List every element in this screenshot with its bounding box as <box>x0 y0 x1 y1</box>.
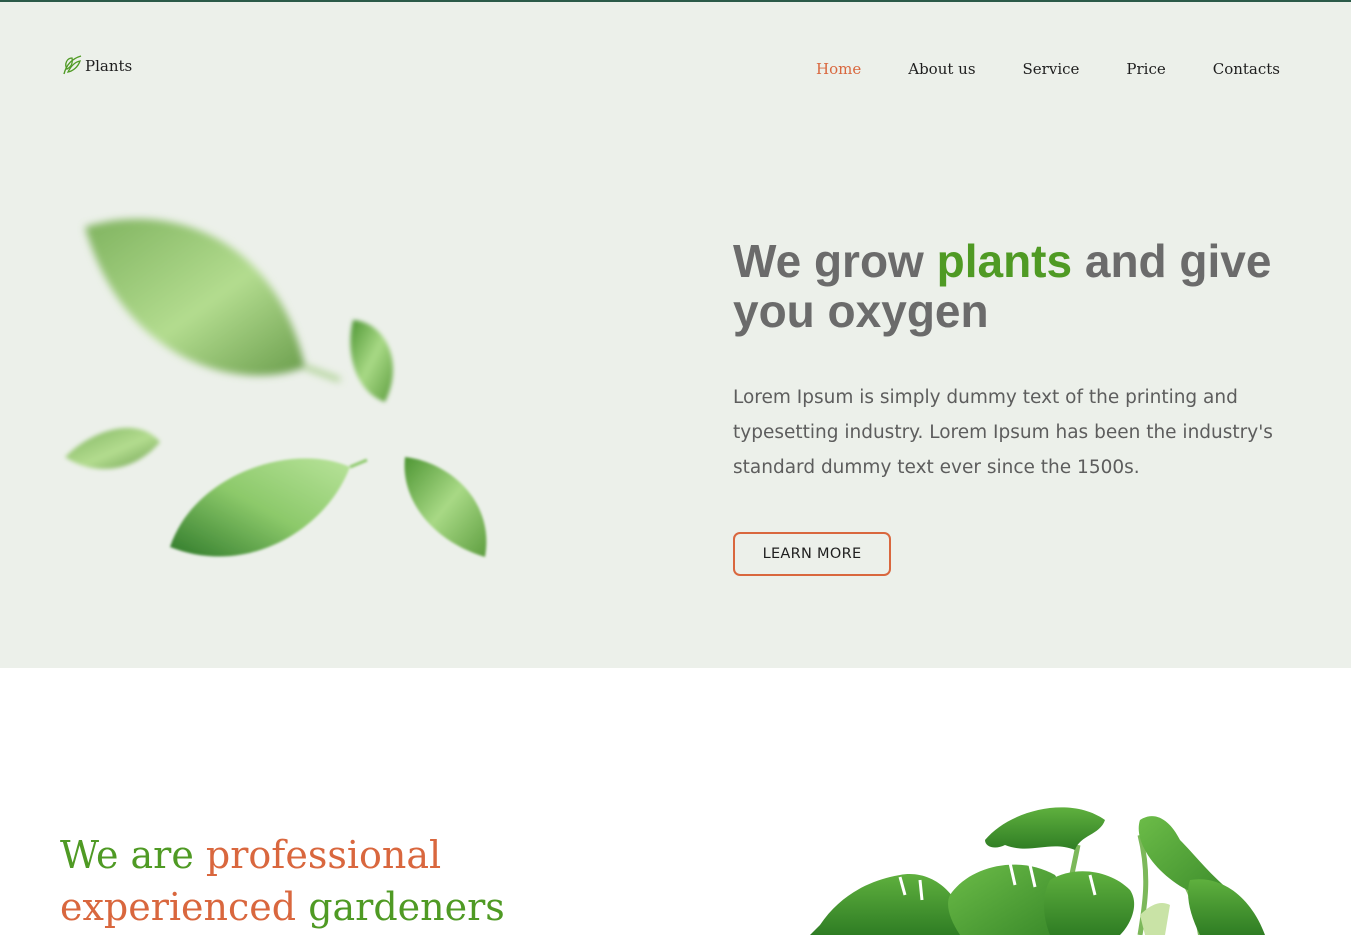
about-title-part1: We are <box>60 833 206 877</box>
nav-item-service[interactable]: Service <box>1023 60 1080 78</box>
hero-title: We grow plants and give you oxygen <box>733 236 1293 336</box>
falling-leaves-illustration <box>55 202 505 582</box>
nav-item-about-us[interactable]: About us <box>908 60 975 78</box>
hero-title-part1: We grow <box>733 235 937 287</box>
about-title-part2: gardeners <box>296 885 505 929</box>
nav-item-home[interactable]: Home <box>816 60 861 78</box>
monstera-plant-illustration <box>810 795 1280 935</box>
logo[interactable]: Plants <box>61 54 132 76</box>
main-nav: Home About us Service Price Contacts <box>816 60 1280 78</box>
about-title: We are professional experienced gardener… <box>60 829 580 933</box>
leaf-logo-icon <box>61 54 83 76</box>
nav-item-contacts[interactable]: Contacts <box>1213 60 1280 78</box>
hero-title-highlight: plants <box>936 235 1073 287</box>
hero-description: Lorem Ipsum is simply dummy text of the … <box>733 387 1273 478</box>
logo-text: Plants <box>85 57 133 75</box>
learn-more-button[interactable]: LEARN MORE <box>733 532 891 576</box>
hero-section: Plants Home About us Service Price Conta… <box>0 2 1351 668</box>
nav-item-price[interactable]: Price <box>1126 60 1165 78</box>
